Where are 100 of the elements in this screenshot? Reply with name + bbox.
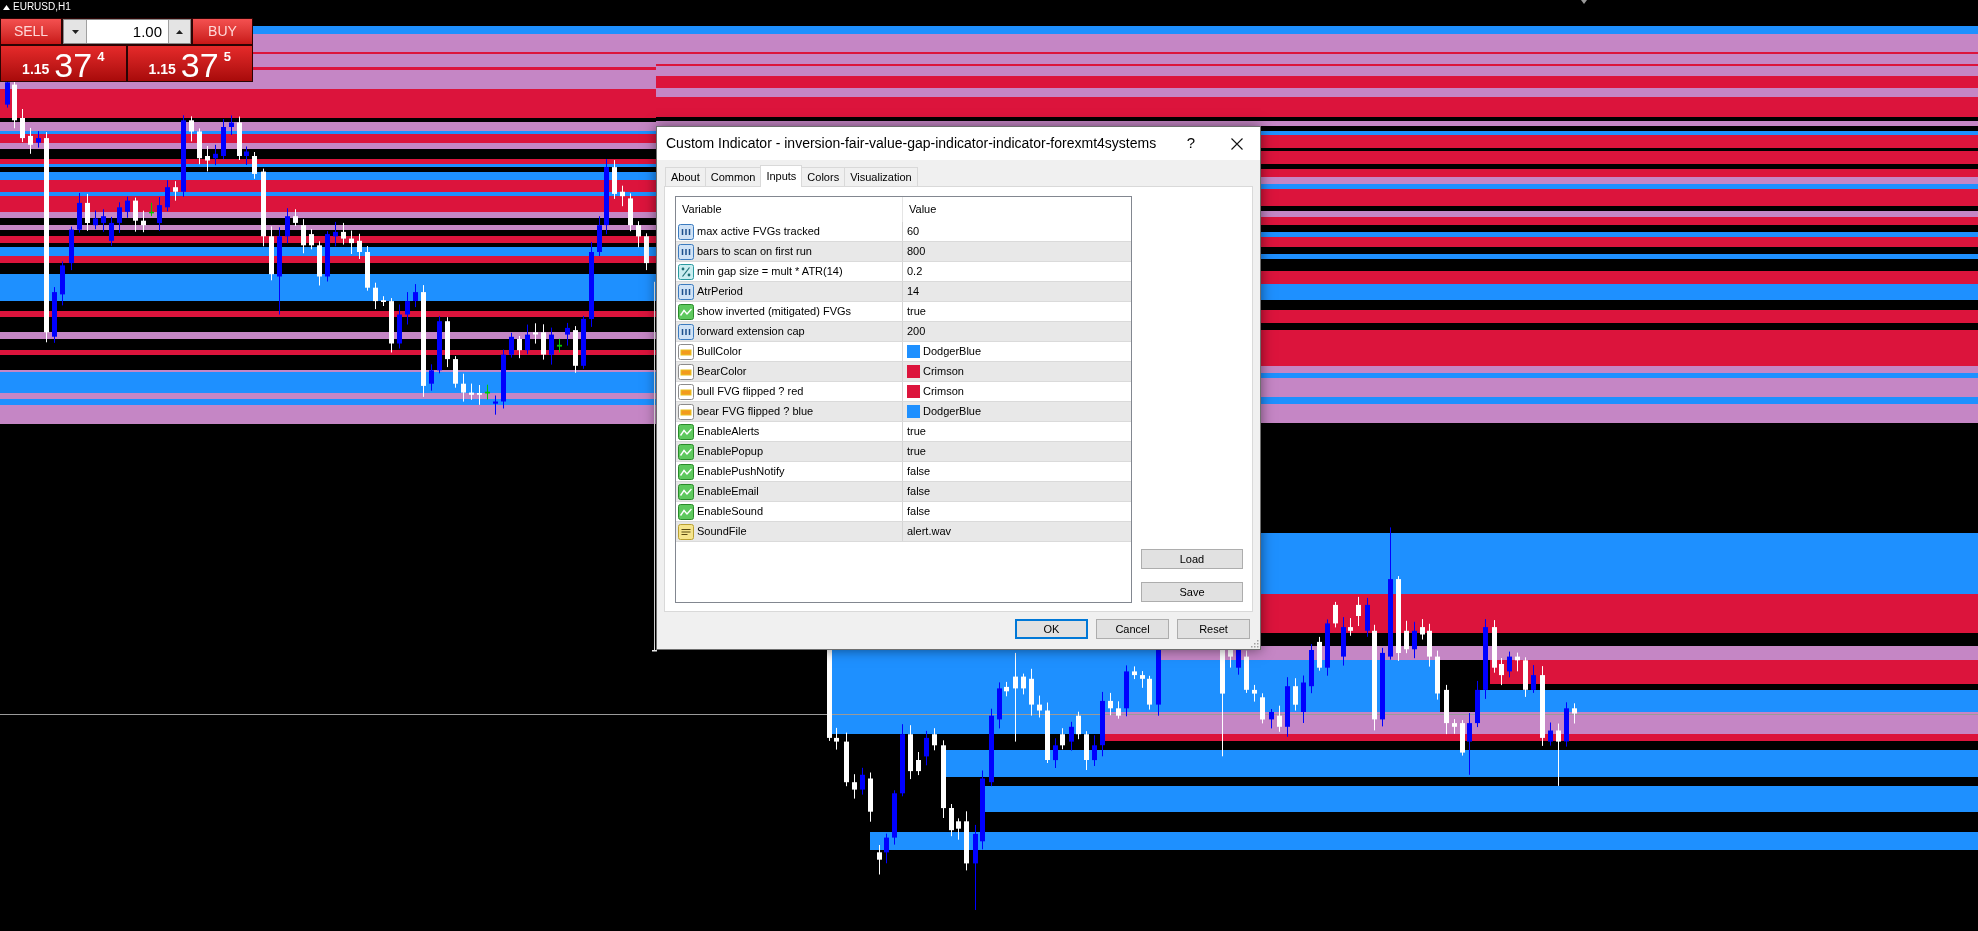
help-button[interactable]: ? <box>1168 127 1214 160</box>
bear-candle <box>573 325 578 374</box>
triangle-icon <box>1581 0 1587 4</box>
bear-candle <box>469 383 474 401</box>
bull-candle <box>549 327 554 366</box>
lot-increase-button[interactable] <box>168 20 190 43</box>
table-row[interactable]: AtrPeriod 14 <box>676 282 1131 302</box>
bear-candle <box>197 127 202 165</box>
chart-tile-icon <box>678 503 694 520</box>
table-row[interactable]: bear FVG flipped ? blue DodgerBlue <box>676 402 1131 422</box>
number-tile-icon <box>678 323 694 340</box>
value-text: 14 <box>907 284 920 300</box>
dialog-button[interactable]: Save <box>1141 582 1243 602</box>
bull-candle <box>501 349 506 409</box>
table-row[interactable]: show inverted (mitigated) FVGs true <box>676 302 1131 322</box>
resize-grip-icon[interactable] <box>1250 639 1259 648</box>
lot-decrease-button[interactable] <box>64 20 87 43</box>
bear-candle <box>834 727 839 751</box>
bear-candle <box>1499 657 1504 686</box>
color-tile-icon <box>678 363 694 380</box>
bear-candle <box>1045 702 1050 764</box>
bull-candle <box>1365 597 1370 638</box>
bull-candle <box>493 395 498 416</box>
doji-candle <box>149 202 154 217</box>
bull-candle <box>509 332 514 359</box>
bear-candle <box>1492 619 1497 674</box>
bear-candle <box>309 228 314 250</box>
table-row[interactable]: EnableAlerts true <box>676 422 1131 442</box>
bull-candle <box>244 146 249 166</box>
doji-candle <box>485 384 490 400</box>
bull-candle <box>157 196 162 232</box>
bear-candle <box>1572 702 1577 724</box>
tab[interactable]: Inputs <box>760 165 803 187</box>
column-header[interactable]: Value <box>903 197 1131 222</box>
table-row[interactable]: EnableSound false <box>676 502 1131 522</box>
fraction-tile-icon <box>678 263 694 280</box>
bull-candle <box>52 286 57 344</box>
value-text: 0.2 <box>907 264 923 280</box>
bear-candle <box>1277 705 1282 733</box>
bull-candle <box>1301 675 1306 724</box>
bull-candle <box>1156 649 1161 717</box>
text-lines-tile-icon <box>678 523 694 540</box>
variable-name: bear FVG flipped ? blue <box>697 404 814 420</box>
variable-name: EnableSound <box>697 504 764 520</box>
value-text: false <box>907 484 931 500</box>
table-row[interactable]: EnablePopup true <box>676 442 1131 462</box>
dialog-button[interactable]: Cancel <box>1096 619 1169 639</box>
bear-candle <box>877 844 882 875</box>
variable-name: bars to scan on first run <box>697 244 812 260</box>
chart-tile-icon <box>678 483 694 500</box>
value-text: false <box>907 504 931 520</box>
table-row[interactable]: bull FVG flipped ? red Crimson <box>676 382 1131 402</box>
value-text: alert.wav <box>907 524 952 540</box>
close-icon <box>1231 137 1243 150</box>
bear-candle <box>852 773 857 800</box>
dialog-button[interactable]: OK <box>1015 619 1088 639</box>
value-text: 800 <box>907 244 926 260</box>
bear-candle <box>1252 684 1257 703</box>
tab[interactable]: Visualization <box>844 167 918 186</box>
variable-name: EnablePopup <box>697 444 764 460</box>
bull-candle <box>1236 649 1241 676</box>
bear-candle <box>1460 719 1465 757</box>
table-row[interactable]: EnablePushNotify false <box>676 462 1131 482</box>
table-row[interactable]: min gap size = mult * ATR(14) 0.2 <box>676 262 1131 282</box>
table-row[interactable]: forward extension cap 200 <box>676 322 1131 342</box>
bear-candle <box>517 335 522 359</box>
value-text: Crimson <box>923 364 964 380</box>
table-row[interactable]: EnableEmail false <box>676 482 1131 502</box>
table-row[interactable]: BearColor Crimson <box>676 362 1131 382</box>
tab[interactable]: About <box>665 167 706 186</box>
dialog-button[interactable]: Load <box>1141 549 1243 569</box>
bear-candle <box>949 803 954 837</box>
bear-candle <box>1004 681 1009 697</box>
bull-candle <box>429 363 434 392</box>
bull-candle <box>165 179 170 212</box>
bull-candle <box>60 260 65 306</box>
bull-candle <box>1285 676 1290 738</box>
bear-candle <box>389 297 394 353</box>
bull-candle <box>1069 721 1074 752</box>
table-row[interactable]: bars to scan on first run 800 <box>676 242 1131 262</box>
bear-candle <box>1147 675 1152 711</box>
bear-candle <box>1084 730 1089 771</box>
bear-candle <box>612 159 617 200</box>
chart-tile-icon <box>678 463 694 480</box>
table-row[interactable]: max active FVGs tracked 60 <box>676 222 1131 242</box>
bull-candle <box>117 201 122 234</box>
bear-candle <box>1116 700 1121 720</box>
value-text: 60 <box>907 224 920 240</box>
bear-candle <box>916 751 921 776</box>
bull-candle <box>1100 691 1105 757</box>
table-row[interactable]: BullColor DodgerBlue <box>676 342 1131 362</box>
bear-candle <box>189 115 194 142</box>
lot-field[interactable]: 1.00 <box>87 20 168 43</box>
variable-name: min gap size = mult * ATR(14) <box>697 264 843 280</box>
bear-candle <box>237 116 242 161</box>
bull-candle <box>1124 664 1129 717</box>
dialog-button[interactable]: Reset <box>1177 619 1250 639</box>
table-row[interactable]: SoundFile alert.wav <box>676 522 1131 542</box>
chart-tile-icon <box>678 423 694 440</box>
bull-candle <box>1309 643 1314 694</box>
